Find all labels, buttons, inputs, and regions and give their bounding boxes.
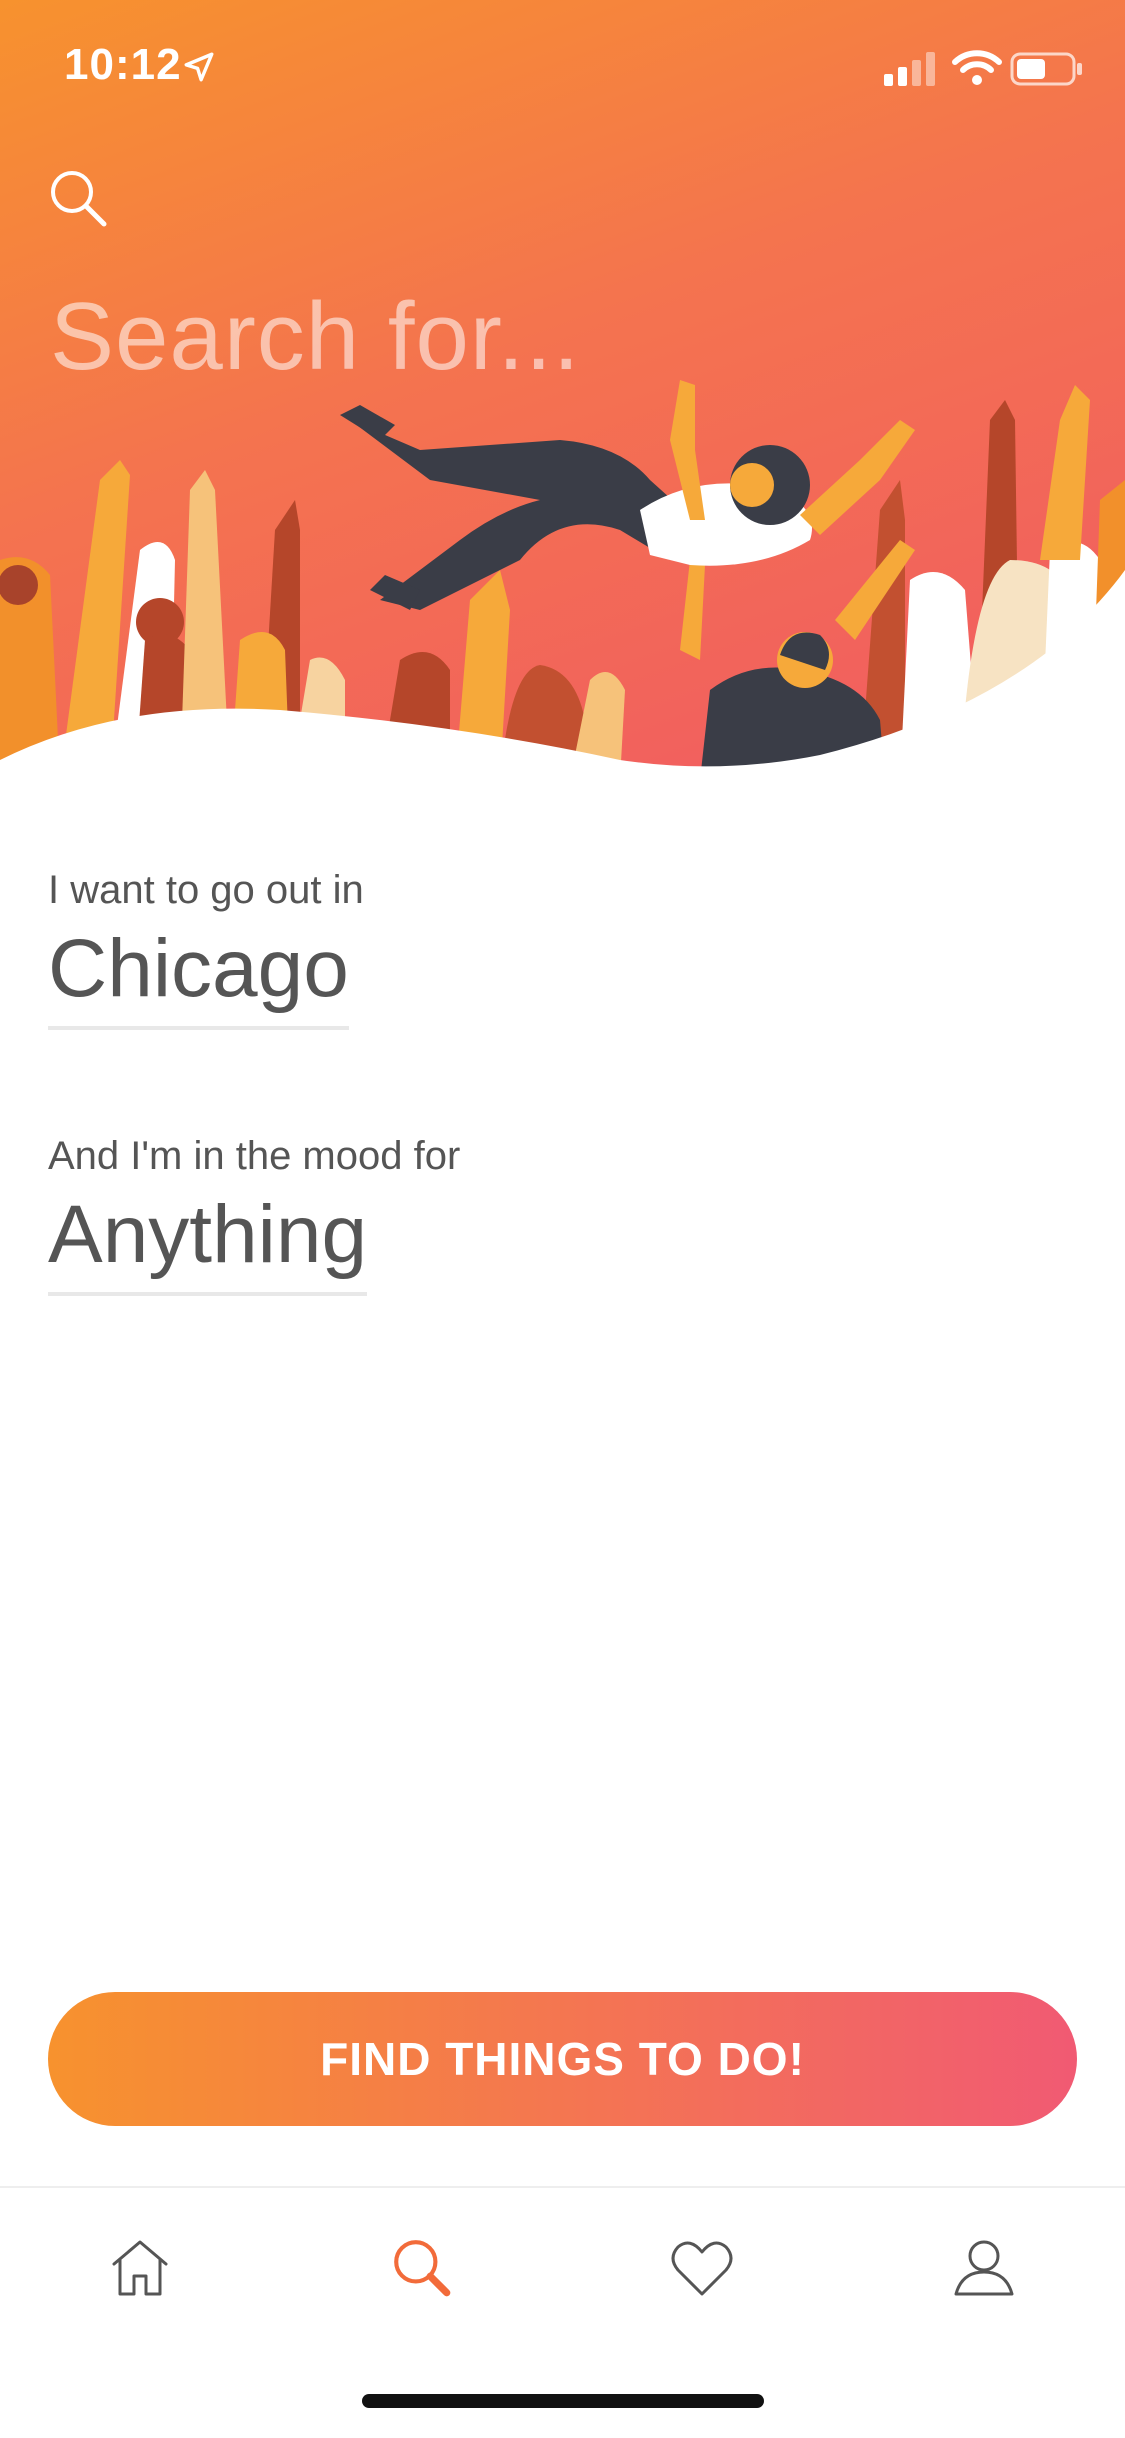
- tab-profile[interactable]: [944, 2230, 1024, 2310]
- location-arrow-icon: [182, 50, 216, 89]
- hero-header: 10:12 Search for...: [0, 0, 1125, 780]
- location-field[interactable]: Chicago: [48, 922, 349, 1030]
- search-icon[interactable]: [46, 166, 110, 235]
- search-icon: [389, 2235, 455, 2306]
- find-things-button[interactable]: FIND THINGS TO DO!: [48, 1992, 1077, 2126]
- home-icon: [108, 2236, 172, 2305]
- wifi-icon: [952, 50, 1002, 91]
- tab-search[interactable]: [382, 2230, 462, 2310]
- signal-icon: [884, 52, 940, 91]
- tab-favorites[interactable]: [662, 2230, 742, 2310]
- heart-icon: [670, 2238, 734, 2303]
- status-time: 10:12: [64, 40, 182, 89]
- location-label: I want to go out in: [48, 868, 364, 912]
- home-indicator: [362, 2394, 764, 2408]
- mood-field[interactable]: Anything: [48, 1188, 368, 1296]
- crowd-surfing-illustration: [0, 380, 1125, 780]
- mood-label: And I'm in the mood for: [48, 1134, 461, 1178]
- profile-icon: [952, 2236, 1016, 2305]
- battery-icon: [1010, 52, 1084, 91]
- status-bar: 10:12: [0, 0, 1125, 140]
- tab-home[interactable]: [100, 2230, 180, 2310]
